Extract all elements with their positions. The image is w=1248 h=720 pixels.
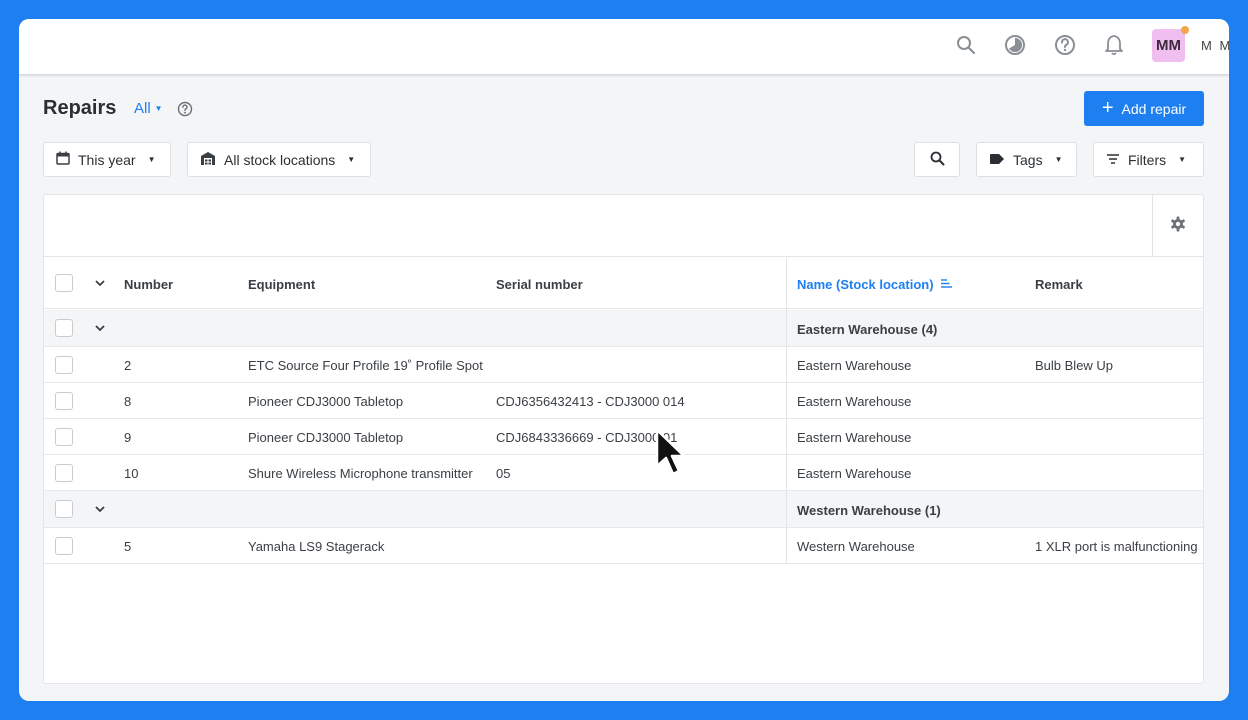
select-all-checkbox[interactable]	[55, 274, 73, 292]
date-range-dropdown[interactable]: This year ▼	[43, 142, 171, 177]
cell-equipment[interactable]: Shure Wireless Microphone transmitter	[248, 466, 473, 481]
notification-dot	[1181, 26, 1189, 34]
view-filter-label: All	[134, 100, 151, 117]
sort-icon	[941, 279, 953, 288]
stock-location-label: All stock locations	[224, 151, 336, 168]
cell-equipment[interactable]: Pioneer CDJ3000 Tabletop	[248, 430, 403, 445]
group-label: Western Warehouse (1)	[797, 503, 941, 518]
page-title: Repairs	[43, 97, 117, 119]
date-range-label: This year	[78, 151, 136, 168]
cell-number: 8	[124, 394, 132, 409]
cell-stock-location: Eastern Warehouse	[797, 358, 912, 373]
row-checkbox[interactable]	[55, 392, 73, 410]
caret-down-icon: ▼	[147, 155, 156, 164]
cell-serial-number: CDJ6843336669 - CDJ3000 01	[496, 430, 678, 445]
add-repair-button[interactable]: + Add repair	[1084, 91, 1204, 126]
collapse-group-chevron-icon[interactable]	[93, 502, 107, 516]
column-header-equipment[interactable]: Equipment	[248, 277, 315, 292]
cell-stock-location: Eastern Warehouse	[797, 394, 912, 409]
help-icon[interactable]	[177, 101, 193, 117]
cell-number: 2	[124, 358, 132, 373]
view-filter-dropdown[interactable]: All ▼	[134, 100, 163, 117]
mouse-pointer-icon	[655, 428, 686, 476]
column-header-stock-location-label: Name (Stock location)	[797, 277, 934, 292]
group-row: Western Warehouse (1)	[44, 491, 1203, 528]
row-checkbox[interactable]	[55, 428, 73, 446]
app-window: MM M M Repairs All ▼ + Add repair This y…	[19, 19, 1229, 701]
row-checkbox[interactable]	[55, 464, 73, 482]
table-row[interactable]: 10 Shure Wireless Microphone transmitter…	[44, 455, 1203, 491]
stock-location-dropdown[interactable]: All stock locations ▼	[187, 142, 371, 177]
group-checkbox[interactable]	[55, 319, 73, 337]
search-icon[interactable]	[955, 34, 977, 56]
caret-down-icon: ▼	[154, 104, 163, 113]
cell-serial-number: 05	[496, 466, 511, 481]
column-header-remark[interactable]: Remark	[1035, 277, 1083, 292]
tags-label: Tags	[1013, 151, 1043, 168]
user-name[interactable]: M M	[1201, 38, 1229, 53]
column-header-serial-number[interactable]: Serial number	[496, 277, 583, 292]
cell-remark: 1 XLR port is malfunctioning	[1035, 539, 1198, 554]
cell-remark: Bulb Blew Up	[1035, 358, 1114, 373]
cell-equipment[interactable]: Pioneer CDJ3000 Tabletop	[248, 394, 403, 409]
tag-icon	[989, 152, 1005, 168]
group-row: Eastern Warehouse (4)	[44, 310, 1203, 347]
cell-number: 5	[124, 539, 132, 554]
calendar-icon	[56, 151, 70, 168]
column-header-stock-location[interactable]: Name (Stock location)	[797, 277, 953, 292]
filter-lines-icon	[1106, 152, 1120, 168]
table-row[interactable]: 5 Yamaha LS9 Stagerack Western Warehouse…	[44, 528, 1203, 564]
warehouse-icon	[200, 151, 216, 169]
cell-number: 9	[124, 430, 132, 445]
avatar[interactable]: MM	[1152, 29, 1185, 62]
table-row[interactable]: 8 Pioneer CDJ3000 Tabletop CDJ6356432413…	[44, 383, 1203, 419]
column-divider	[786, 258, 787, 564]
add-repair-label: Add repair	[1121, 100, 1187, 117]
gear-icon	[1170, 216, 1186, 237]
filters-label: Filters	[1128, 151, 1167, 168]
row-checkbox[interactable]	[55, 537, 73, 555]
table-toolbar	[44, 195, 1203, 257]
table-row[interactable]: 2 ETC Source Four Profile 19˚ Profile Sp…	[44, 347, 1203, 383]
bell-icon[interactable]	[1103, 34, 1125, 56]
group-label: Eastern Warehouse (4)	[797, 322, 938, 337]
timer-icon[interactable]	[1004, 34, 1026, 56]
cell-equipment[interactable]: ETC Source Four Profile 19˚ Profile Spot	[248, 358, 483, 373]
tags-dropdown[interactable]: Tags ▼	[976, 142, 1077, 177]
search-icon	[930, 151, 945, 169]
filters-dropdown[interactable]: Filters ▼	[1093, 142, 1204, 177]
caret-down-icon: ▼	[1054, 155, 1063, 164]
cell-equipment[interactable]: Yamaha LS9 Stagerack	[248, 539, 384, 554]
group-checkbox[interactable]	[55, 500, 73, 518]
cell-number: 10	[124, 466, 139, 481]
cell-stock-location: Western Warehouse	[797, 539, 915, 554]
column-header-number[interactable]: Number	[124, 277, 173, 292]
repairs-table: Number Equipment Serial number Name (Sto…	[43, 194, 1204, 684]
expand-all-chevron-icon[interactable]	[93, 276, 107, 290]
caret-down-icon: ▼	[347, 155, 356, 164]
table-row[interactable]: 9 Pioneer CDJ3000 Tabletop CDJ6843336669…	[44, 419, 1203, 455]
row-checkbox[interactable]	[55, 356, 73, 374]
caret-down-icon: ▼	[1178, 155, 1187, 164]
top-bar: MM M M	[19, 19, 1229, 74]
cell-serial-number: CDJ6356432413 - CDJ3000 014	[496, 394, 685, 409]
help-icon[interactable]	[1054, 34, 1076, 56]
table-settings-button[interactable]	[1152, 195, 1203, 257]
table-header-row: Number Equipment Serial number Name (Sto…	[44, 258, 1203, 309]
plus-icon: +	[1101, 96, 1114, 119]
collapse-group-chevron-icon[interactable]	[93, 321, 107, 335]
cell-stock-location: Eastern Warehouse	[797, 466, 912, 481]
cell-stock-location: Eastern Warehouse	[797, 430, 912, 445]
search-button[interactable]	[914, 142, 960, 177]
